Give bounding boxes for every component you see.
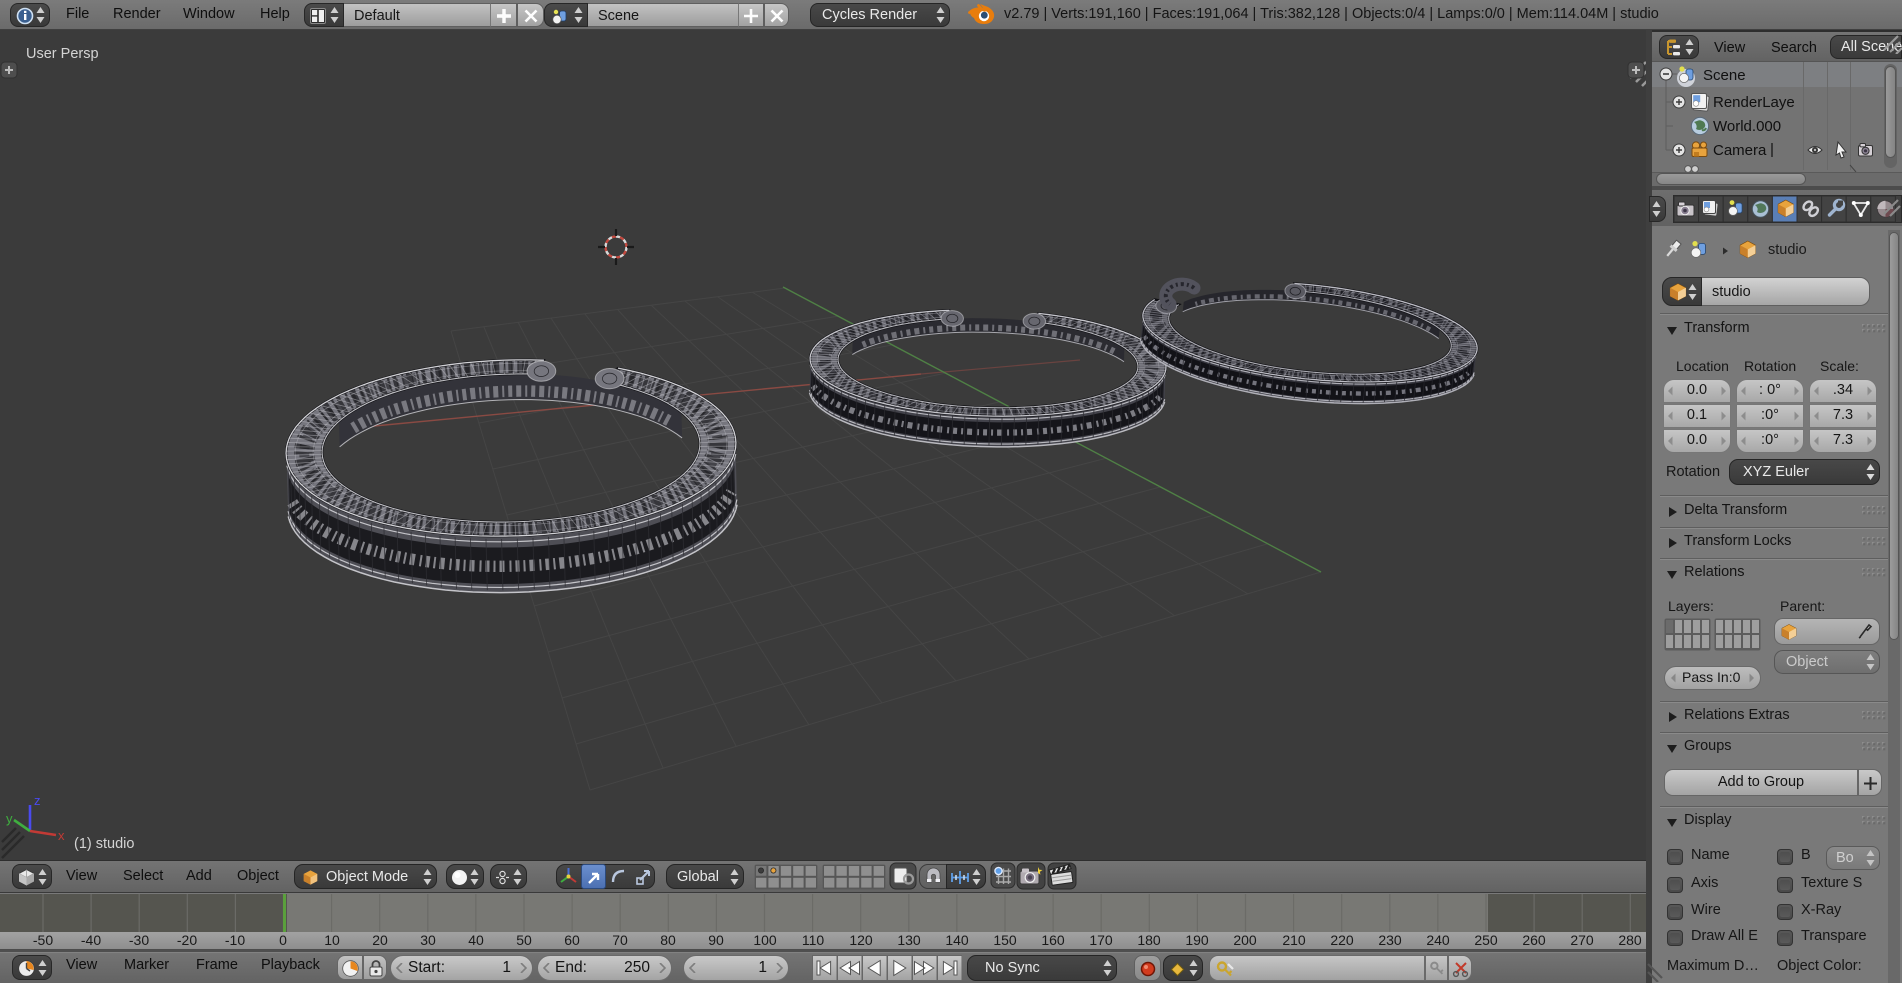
svg-text:z: z — [34, 793, 41, 808]
svg-text:World.000: World.000 — [1713, 118, 1781, 135]
svg-text:y: y — [6, 811, 13, 826]
svg-text:RenderLaye: RenderLaye — [1713, 94, 1795, 111]
svg-text:Camera: Camera — [1713, 142, 1767, 159]
svg-text:Scene: Scene — [1703, 67, 1746, 84]
svg-text:x: x — [58, 828, 65, 843]
svg-text:(1) studio: (1) studio — [74, 836, 134, 852]
svg-text:User Persp: User Persp — [26, 46, 99, 62]
